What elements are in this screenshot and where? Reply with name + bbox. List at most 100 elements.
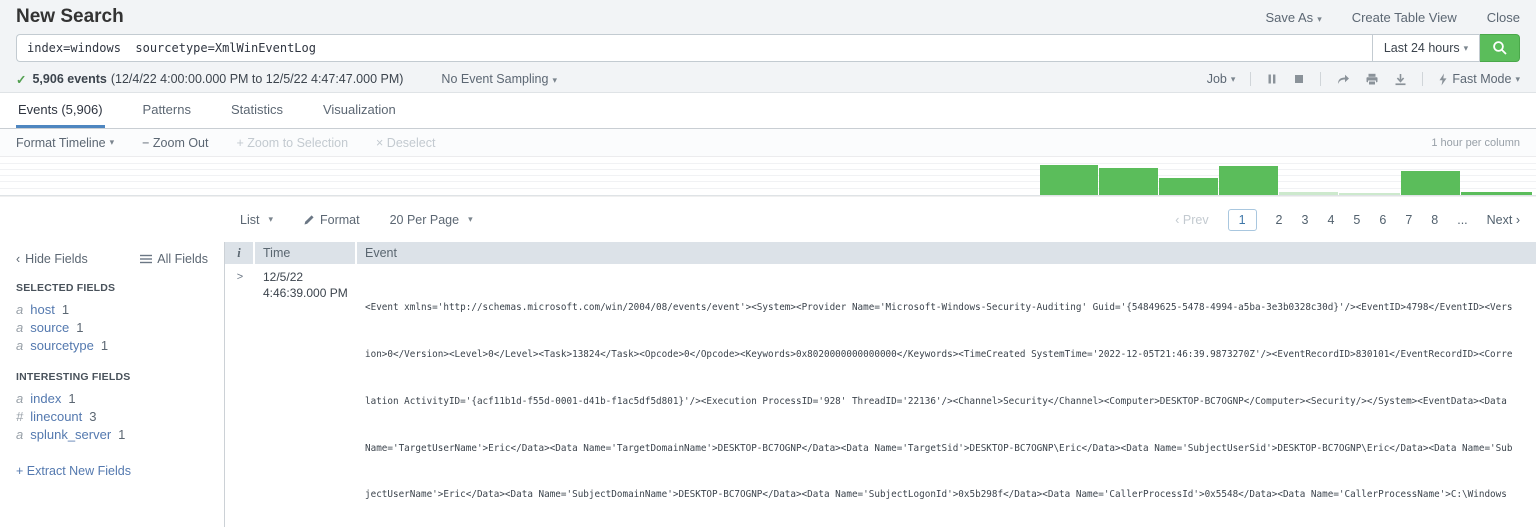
caret-down-icon: ▾ [1515, 73, 1520, 84]
tab-statistics[interactable]: Statistics [229, 93, 285, 128]
field-linecount[interactable]: # linecount 3 [16, 408, 208, 426]
search-mode-dropdown[interactable]: Fast Mode ▾ [1438, 72, 1520, 86]
job-dropdown[interactable]: Job ▾ [1207, 72, 1236, 86]
event-count: 5,906 events [32, 72, 107, 86]
time-range-picker[interactable]: Last 24 hours ▾ [1372, 34, 1480, 62]
histogram-bar[interactable] [1219, 166, 1278, 195]
create-table-view-button[interactable]: Create Table View [1352, 10, 1457, 25]
tab-visualization[interactable]: Visualization [321, 93, 398, 128]
caret-down-icon: ▾ [268, 214, 273, 224]
job-controls: Job ▾ Fast Mode ▾ [1207, 72, 1520, 86]
interesting-fields-header: INTERESTING FIELDS [16, 371, 131, 383]
list-icon [140, 254, 153, 264]
page-button-7[interactable]: 7 [1405, 213, 1412, 227]
share-icon [1338, 74, 1350, 84]
field-index[interactable]: a index 1 [16, 390, 208, 408]
event-timestamp: 12/5/22 4:46:39.000 PM [263, 270, 348, 300]
export-button[interactable] [1394, 73, 1407, 86]
search-icon [1492, 41, 1507, 55]
caret-down-icon: ▾ [1463, 42, 1469, 53]
page-button-5[interactable]: 5 [1353, 213, 1360, 227]
histogram-bar[interactable] [1401, 171, 1460, 195]
histogram-baseline [0, 195, 1536, 196]
format-button[interactable]: Format [303, 213, 360, 227]
event-histogram[interactable] [0, 157, 1536, 197]
gridline [0, 175, 1536, 176]
per-page-dropdown[interactable]: 20 Per Page ▾ [390, 213, 473, 227]
page-button-3[interactable]: 3 [1302, 213, 1309, 227]
chevron-left-icon: ‹ [1175, 212, 1180, 227]
field-splunk-server[interactable]: a splunk_server 1 [16, 426, 208, 444]
save-as-button[interactable]: Save As ▾ [1265, 10, 1321, 25]
timeline-controls: Format Timeline ▾ − Zoom Out + Zoom to Se… [0, 129, 1536, 157]
histogram-bar[interactable] [1159, 178, 1218, 195]
page-button-2[interactable]: 2 [1276, 213, 1283, 227]
search-query-input[interactable]: index=windows sourcetype=XmlWinEventLog [16, 34, 1372, 62]
column-header-info: i [225, 242, 255, 264]
selected-fields-header: SELECTED FIELDS [16, 282, 116, 294]
page-title: New Search [16, 6, 124, 27]
events-table: i Time Event > 12/5/22 4:46:39.000 PM <E… [225, 242, 1536, 527]
expand-event-button[interactable]: > [225, 269, 255, 527]
print-icon [1366, 73, 1378, 85]
close-button[interactable]: Close [1487, 10, 1520, 25]
caret-down-icon: ▾ [1317, 13, 1322, 24]
tab-events[interactable]: Events (5,906) [16, 93, 105, 128]
page-button-6[interactable]: 6 [1379, 213, 1386, 227]
divider [1250, 72, 1252, 86]
events-table-header: i Time Event [225, 242, 1536, 264]
stop-icon [1295, 75, 1304, 83]
caret-down-icon: ▾ [1230, 73, 1236, 84]
histogram-bar[interactable] [1461, 192, 1532, 195]
results-toolbar: List ▾ Format 20 Per Page ▾ ‹ Prev 1 2 3 4… [0, 197, 1536, 242]
field-sourcetype[interactable]: a sourcetype 1 [16, 337, 208, 355]
deselect-button[interactable]: × Deselect [376, 136, 435, 150]
histogram-bar[interactable] [1279, 192, 1338, 195]
zoom-to-selection-button[interactable]: + Zoom to Selection [237, 136, 349, 150]
zoom-out-button[interactable]: − Zoom Out [142, 136, 208, 150]
timeline-scale-label: 1 hour per column [1431, 136, 1520, 149]
pencil-icon [304, 214, 314, 224]
hide-fields-button[interactable]: ‹ Hide Fields [16, 252, 88, 266]
stop-button[interactable] [1293, 73, 1305, 85]
fields-sidebar: ‹ Hide Fields All Fields SELECTED FIELDS … [0, 242, 225, 527]
field-source[interactable]: a source 1 [16, 319, 208, 337]
event-raw-text: <Event xmlns='http://schemas.microsoft.c… [365, 302, 1513, 501]
divider [1422, 72, 1424, 86]
pagination: ‹ Prev 1 2 3 4 5 6 7 8 ... Next › [1175, 208, 1520, 231]
list-view-dropdown[interactable]: List ▾ [240, 213, 273, 227]
field-host[interactable]: a host 1 [16, 301, 208, 319]
gridline [0, 181, 1536, 182]
histogram-bar[interactable] [1339, 193, 1400, 195]
divider [1320, 72, 1322, 86]
page-button-1[interactable]: 1 [1227, 208, 1257, 231]
event-time-range: (12/4/22 4:00:00.000 PM to 12/5/22 4:47:… [110, 72, 404, 86]
search-header: New Search Save As ▾ Create Table View Cl… [0, 0, 1536, 93]
histogram-bar[interactable] [1099, 168, 1158, 195]
column-header-time: Time [255, 242, 357, 264]
gridline [0, 169, 1536, 170]
export-icon [1395, 73, 1406, 85]
lightning-icon [1439, 73, 1447, 85]
format-timeline-dropdown[interactable]: Format Timeline ▾ [16, 136, 114, 150]
chevron-left-icon: ‹ [16, 252, 21, 266]
chevron-right-icon: › [1515, 212, 1520, 227]
pause-button[interactable] [1266, 73, 1278, 85]
next-page-button[interactable]: Next › [1487, 213, 1520, 227]
event-sampling-dropdown[interactable]: No Event Sampling ▾ [441, 72, 557, 86]
prev-page-button[interactable]: ‹ Prev [1175, 213, 1208, 227]
histogram-bar[interactable] [1040, 165, 1098, 195]
page-button-8[interactable]: 8 [1431, 213, 1438, 227]
all-fields-button[interactable]: All Fields [140, 252, 208, 266]
event-row: > 12/5/22 4:46:39.000 PM <Event xmlns='h… [225, 264, 1536, 527]
tab-patterns[interactable]: Patterns [141, 93, 193, 128]
share-button[interactable] [1336, 73, 1350, 86]
page-ellipsis: ... [1457, 212, 1468, 227]
gridline [0, 163, 1536, 164]
extract-new-fields-link[interactable]: + Extract New Fields [16, 464, 208, 478]
print-button[interactable] [1365, 73, 1379, 86]
caret-down-icon: ▾ [552, 75, 557, 85]
page-button-4[interactable]: 4 [1327, 213, 1334, 227]
pause-icon [1268, 74, 1276, 84]
search-button[interactable] [1480, 34, 1520, 62]
